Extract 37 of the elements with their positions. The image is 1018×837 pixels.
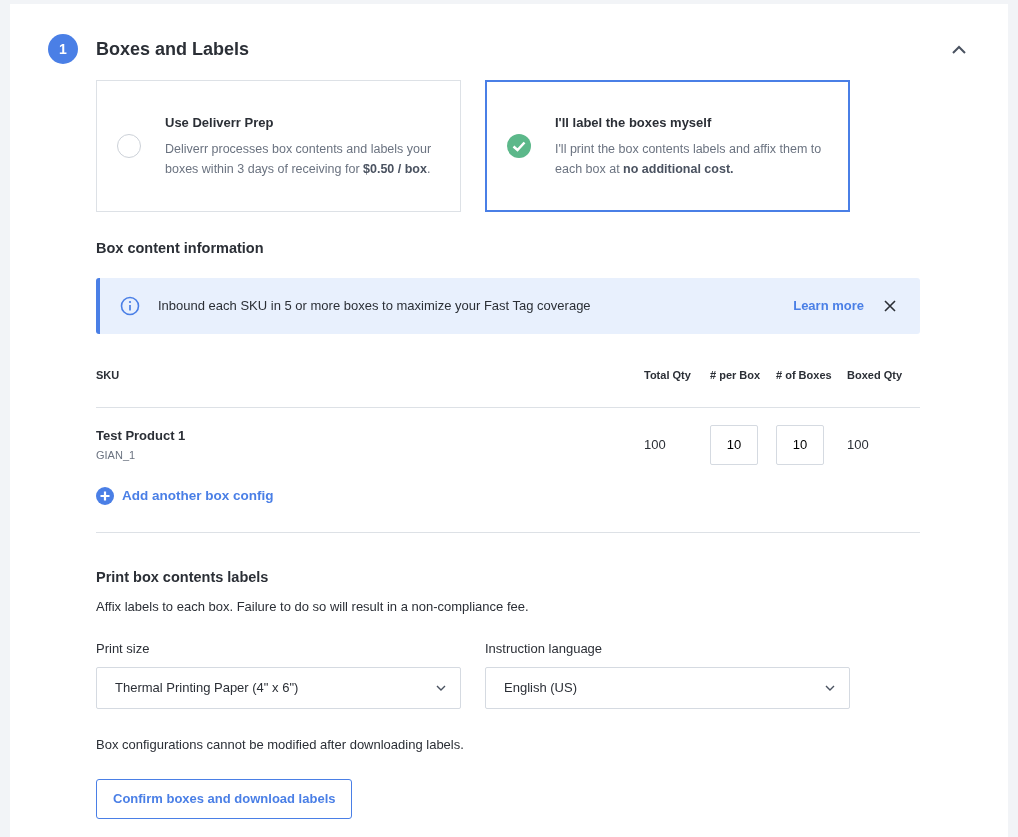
add-box-config-link[interactable]: Add another box config	[96, 485, 274, 506]
quantity-input[interactable]: 10	[776, 424, 824, 465]
column-header: # of Boxes	[776, 368, 832, 381]
column-header: SKU	[96, 368, 120, 381]
option-description: Deliverr processes box contents and labels your boxes within 3 days of receiving for $0.50 / box.	[165, 140, 433, 178]
info-icon	[120, 295, 140, 316]
field-label: Print size	[96, 639, 151, 658]
chevron-down-icon	[436, 685, 446, 692]
field-label: Instruction language	[485, 639, 604, 658]
confirm-download-button[interactable]: Confirm boxes and download labels	[96, 778, 353, 819]
note-text: Box configurations cannot be modified after downloading labels.	[96, 736, 465, 755]
column-header: Total Qty	[644, 368, 691, 381]
column-header: Boxed Qty	[847, 368, 902, 381]
quantity-input[interactable]: 10	[710, 424, 758, 465]
plus-circle-icon	[96, 486, 114, 505]
dropdown-select[interactable]: Thermal Printing Paper (4" x 6")	[96, 667, 461, 710]
sku-code: GIAN_1	[96, 448, 137, 464]
option-description: I'll print the box contents labels and affix them to each box at no additional cost.	[555, 140, 823, 178]
option-title: I'll label the boxes myself	[555, 114, 713, 133]
section-description: Affix labels to each box. Failure to do so will result in a non-compliance fee.	[96, 598, 530, 617]
dropdown-select[interactable]: English (US)	[485, 667, 850, 710]
chevron-down-icon	[825, 685, 835, 692]
section-heading: Print box contents labels	[96, 568, 270, 588]
table-cell: 100	[847, 437, 869, 452]
column-header: # per Box	[710, 368, 761, 381]
close-icon[interactable]	[884, 299, 896, 312]
collapse-caret-icon[interactable]	[952, 44, 966, 54]
prep-option-card[interactable]: Use Deliverr Prep Deliverr processes box contents and labels your boxes within 3 days of receiving for $0.50 / box.	[96, 80, 461, 212]
section-heading: Box content information	[96, 239, 265, 258]
option-title: Use Deliverr Prep	[165, 114, 275, 133]
section-title: Boxes and Labels	[96, 37, 250, 61]
product-name: Test Product 1	[96, 426, 187, 445]
table-cell: 100	[644, 437, 666, 452]
banner-text: Inbound each SKU in 5 or more boxes to maximize your Fast Tag coverage	[158, 297, 592, 315]
check-circle-icon	[507, 134, 531, 158]
prep-option-card[interactable]: I'll label the boxes myself I'll print the box contents labels and affix them to each box at no additional cost.	[485, 80, 850, 212]
step-number-badge: 1	[48, 34, 78, 64]
